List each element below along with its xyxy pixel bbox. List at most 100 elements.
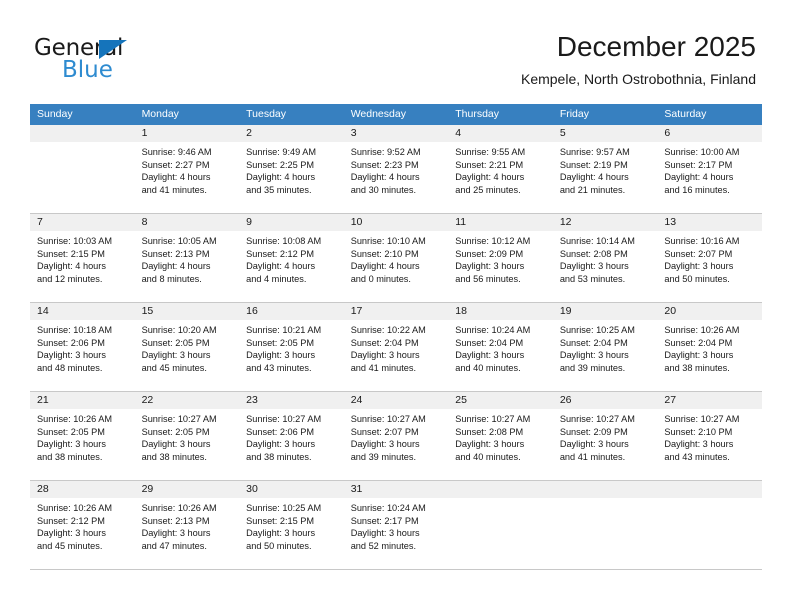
day-cell[interactable]: Sunrise: 10:27 AM Sunset: 2:06 PM Daylight… bbox=[239, 409, 344, 480]
day-number[interactable]: 23 bbox=[239, 392, 344, 409]
day-cell[interactable]: Sunrise: 10:08 AM Sunset: 2:12 PM Daylight… bbox=[239, 231, 344, 302]
day-number[interactable]: 15 bbox=[135, 303, 240, 320]
day-cell[interactable]: Sunrise: 10:21 AM Sunset: 2:05 PM Daylight… bbox=[239, 320, 344, 391]
day-number[interactable]: 4 bbox=[448, 125, 553, 142]
brand-logo[interactable]: General Blue bbox=[34, 36, 234, 86]
day-detail-line: Daylight: 3 hours bbox=[664, 439, 734, 450]
day-cell[interactable]: Sunrise: 9:57 AM Sunset: 2:19 PM Daylight:… bbox=[553, 142, 658, 213]
day-number[interactable]: 25 bbox=[448, 392, 553, 409]
day-number[interactable]: 30 bbox=[239, 481, 344, 498]
day-cell-empty bbox=[448, 498, 553, 569]
day-detail-line: Daylight: 3 hours bbox=[141, 350, 211, 361]
day-number[interactable]: 18 bbox=[448, 303, 553, 320]
day-detail-line: and 35 minutes. bbox=[246, 184, 312, 195]
day-cell[interactable]: Sunrise: 10:25 AM Sunset: 2:04 PM Daylight… bbox=[553, 320, 658, 391]
day-cell[interactable]: Sunrise: 10:27 AM Sunset: 2:09 PM Daylight… bbox=[553, 409, 658, 480]
day-number[interactable]: 16 bbox=[239, 303, 344, 320]
day-cell[interactable]: Sunrise: 10:14 AM Sunset: 2:08 PM Daylight… bbox=[553, 231, 658, 302]
day-number[interactable]: 1 bbox=[135, 125, 240, 142]
day-detail-line: Sunset: 2:04 PM bbox=[664, 337, 733, 348]
day-cell[interactable]: Sunrise: 10:24 AM Sunset: 2:17 PM Daylight… bbox=[344, 498, 449, 569]
day-number[interactable]: 17 bbox=[344, 303, 449, 320]
day-detail-line: and 56 minutes. bbox=[455, 273, 521, 284]
day-cell[interactable]: Sunrise: 10:27 AM Sunset: 2:10 PM Daylight… bbox=[657, 409, 762, 480]
day-cell[interactable]: Sunrise: 10:10 AM Sunset: 2:10 PM Daylight… bbox=[344, 231, 449, 302]
day-cell[interactable]: Sunrise: 10:27 AM Sunset: 2:08 PM Daylight… bbox=[448, 409, 553, 480]
week-date-band: 28 29 30 31 bbox=[30, 481, 762, 498]
day-number[interactable]: 28 bbox=[30, 481, 135, 498]
day-detail-line: Daylight: 4 hours bbox=[664, 172, 734, 183]
day-number[interactable]: 19 bbox=[553, 303, 658, 320]
day-cell[interactable]: Sunrise: 9:46 AM Sunset: 2:27 PM Daylight:… bbox=[135, 142, 240, 213]
day-number[interactable]: 7 bbox=[30, 214, 135, 231]
day-cell[interactable]: Sunrise: 10:16 AM Sunset: 2:07 PM Daylight… bbox=[657, 231, 762, 302]
day-number[interactable]: 5 bbox=[553, 125, 658, 142]
day-number[interactable]: 2 bbox=[239, 125, 344, 142]
week-detail-band: Sunrise: 10:18 AM Sunset: 2:06 PM Daylight… bbox=[30, 320, 762, 391]
day-cell[interactable]: Sunrise: 9:49 AM Sunset: 2:25 PM Daylight:… bbox=[239, 142, 344, 213]
day-detail-line: Daylight: 4 hours bbox=[246, 261, 316, 272]
day-number[interactable]: 31 bbox=[344, 481, 449, 498]
day-detail-line: Daylight: 4 hours bbox=[37, 261, 106, 272]
day-number[interactable]: 13 bbox=[657, 214, 762, 231]
day-number[interactable]: 11 bbox=[448, 214, 553, 231]
day-cell[interactable]: Sunrise: 9:55 AM Sunset: 2:21 PM Daylight:… bbox=[448, 142, 553, 213]
day-detail-line: Daylight: 4 hours bbox=[559, 172, 629, 183]
calendar-weeks: 1 2 3 4 5 6 Sunrise: 9:46 AM Sunset: 2:27 PM Day… bbox=[30, 125, 762, 570]
day-detail-line: Daylight: 4 hours bbox=[350, 172, 420, 183]
day-number[interactable]: 10 bbox=[344, 214, 449, 231]
day-detail-line: and 43 minutes. bbox=[246, 362, 312, 373]
day-detail-line: Sunset: 2:15 PM bbox=[246, 515, 315, 526]
day-cell-empty bbox=[30, 142, 135, 213]
day-number[interactable]: 27 bbox=[657, 392, 762, 409]
day-number[interactable]: 29 bbox=[135, 481, 240, 498]
day-number[interactable]: 12 bbox=[553, 214, 658, 231]
day-number[interactable]: 8 bbox=[135, 214, 240, 231]
day-number[interactable]: 22 bbox=[135, 392, 240, 409]
calendar-page: General Blue December 2025 Kempele, Nort… bbox=[0, 0, 792, 612]
day-detail-line: Sunset: 2:12 PM bbox=[246, 248, 315, 259]
day-number[interactable]: 9 bbox=[239, 214, 344, 231]
day-number[interactable]: 20 bbox=[657, 303, 762, 320]
day-cell[interactable]: Sunrise: 10:25 AM Sunset: 2:15 PM Daylight… bbox=[239, 498, 344, 569]
page-title: December 2025 bbox=[556, 31, 756, 62]
day-cell[interactable]: Sunrise: 10:20 AM Sunset: 2:05 PM Daylight… bbox=[135, 320, 240, 391]
day-cell[interactable]: Sunrise: 9:52 AM Sunset: 2:23 PM Daylight:… bbox=[344, 142, 449, 213]
day-detail-line: and 47 minutes. bbox=[141, 540, 207, 551]
day-of-week-tuesday: Tuesday bbox=[246, 108, 287, 120]
day-number[interactable]: 21 bbox=[30, 392, 135, 409]
day-detail-line: and 16 minutes. bbox=[664, 184, 730, 195]
day-cell[interactable]: Sunrise: 10:18 AM Sunset: 2:06 PM Daylight… bbox=[30, 320, 135, 391]
day-detail-line: Sunset: 2:04 PM bbox=[455, 337, 524, 348]
day-detail-line: Sunrise: 10:08 AM bbox=[246, 236, 322, 246]
day-cell[interactable]: Sunrise: 10:22 AM Sunset: 2:04 PM Daylight… bbox=[344, 320, 449, 391]
day-of-week-saturday: Saturday bbox=[664, 108, 707, 120]
day-number[interactable]: 3 bbox=[344, 125, 449, 142]
day-cell[interactable]: Sunrise: 10:05 AM Sunset: 2:13 PM Daylight… bbox=[135, 231, 240, 302]
day-detail-line: Daylight: 3 hours bbox=[246, 439, 316, 450]
day-number[interactable]: 14 bbox=[30, 303, 135, 320]
day-detail-line: Sunrise: 10:27 AM bbox=[141, 414, 217, 424]
day-detail-line: Sunrise: 10:03 AM bbox=[37, 236, 113, 246]
day-detail-line: and 30 minutes. bbox=[350, 184, 417, 195]
day-cell[interactable]: Sunrise: 10:12 AM Sunset: 2:09 PM Daylight… bbox=[448, 231, 553, 302]
day-number[interactable]: 6 bbox=[657, 125, 762, 142]
day-cell[interactable]: Sunrise: 10:26 AM Sunset: 2:05 PM Daylight… bbox=[30, 409, 135, 480]
day-detail-line: Sunset: 2:19 PM bbox=[559, 159, 628, 170]
day-detail-line: Sunrise: 10:10 AM bbox=[350, 236, 426, 246]
day-detail-line: Sunrise: 9:57 AM bbox=[559, 147, 630, 157]
day-detail-line: Sunrise: 10:14 AM bbox=[559, 236, 635, 246]
day-cell[interactable]: Sunrise: 10:27 AM Sunset: 2:07 PM Daylight… bbox=[344, 409, 449, 480]
day-detail-line: Sunset: 2:05 PM bbox=[141, 426, 210, 437]
day-cell[interactable]: Sunrise: 10:26 AM Sunset: 2:13 PM Daylight… bbox=[135, 498, 240, 569]
day-cell[interactable]: Sunrise: 10:26 AM Sunset: 2:12 PM Daylight… bbox=[30, 498, 135, 569]
day-number[interactable]: 24 bbox=[344, 392, 449, 409]
day-cell[interactable]: Sunrise: 10:24 AM Sunset: 2:04 PM Daylight… bbox=[448, 320, 553, 391]
day-number[interactable]: 26 bbox=[553, 392, 658, 409]
day-cell[interactable]: Sunrise: 10:27 AM Sunset: 2:05 PM Daylight… bbox=[135, 409, 240, 480]
day-cell[interactable]: Sunrise: 10:00 AM Sunset: 2:17 PM Daylight… bbox=[657, 142, 762, 213]
day-cell[interactable]: Sunrise: 10:26 AM Sunset: 2:04 PM Daylight… bbox=[657, 320, 762, 391]
day-detail-line: Sunrise: 9:49 AM bbox=[246, 147, 317, 157]
day-detail-line: Daylight: 4 hours bbox=[246, 172, 316, 183]
day-cell[interactable]: Sunrise: 10:03 AM Sunset: 2:15 PM Daylight… bbox=[30, 231, 135, 302]
